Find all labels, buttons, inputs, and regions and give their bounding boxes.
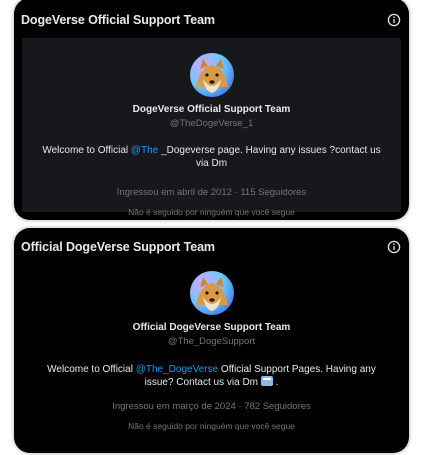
profile-handle[interactable]: @TheDogeVerse_1 (22, 118, 401, 129)
bio-text: . (272, 377, 279, 388)
profile-card: DogeVerse Official Support Team DogeVers… (14, 0, 409, 220)
profile-name[interactable]: Official DogeVerse Support Team (22, 322, 401, 333)
profile-card: Official DogeVerse Support Team Official… (14, 228, 409, 453)
joined-followers: Ingressou em março de 2024 · 782 Seguido… (112, 401, 311, 412)
doge-avatar[interactable] (189, 53, 234, 97)
info-icon[interactable] (387, 13, 401, 27)
bio-text: Welcome to Official (42, 145, 131, 156)
doge-icon (195, 59, 228, 93)
card-header: Official DogeVerse Support Team (14, 228, 409, 266)
followed-by-text: Não é seguido por ninguém que você segue (128, 421, 295, 431)
info-icon[interactable] (387, 240, 401, 254)
card-header-title: Official DogeVerse Support Team (21, 240, 215, 254)
mailbox-icon (260, 376, 273, 386)
profile-preview: Official DogeVerse Support Team @The_Dog… (22, 264, 401, 445)
bio-mention-link[interactable]: @The (131, 145, 158, 156)
profile-handle[interactable]: @The_DogeSupport (22, 336, 401, 347)
bio-text: Welcome to Official (47, 364, 136, 375)
doge-icon (195, 277, 228, 311)
followed-by-text: Não é seguido por ninguém que você segue (128, 207, 295, 217)
profile-preview: DogeVerse Official Support Team @TheDoge… (22, 38, 401, 217)
profile-bio: Welcome to Official @The _Dogeverse page… (42, 144, 381, 170)
card-header: DogeVerse Official Support Team (14, 0, 409, 42)
profile-bio: Welcome to Official @The_DogeVerse Offic… (42, 363, 381, 389)
bio-text: _Dogeverse page. Having any issues ?cont… (158, 145, 381, 169)
bio-mention-link[interactable]: @The_DogeVerse (136, 364, 218, 375)
doge-avatar[interactable] (189, 271, 234, 315)
profile-name[interactable]: DogeVerse Official Support Team (22, 104, 401, 115)
card-header-title: DogeVerse Official Support Team (21, 13, 215, 27)
joined-followers: Ingressou em abril de 2012 · 115 Seguido… (116, 187, 307, 198)
